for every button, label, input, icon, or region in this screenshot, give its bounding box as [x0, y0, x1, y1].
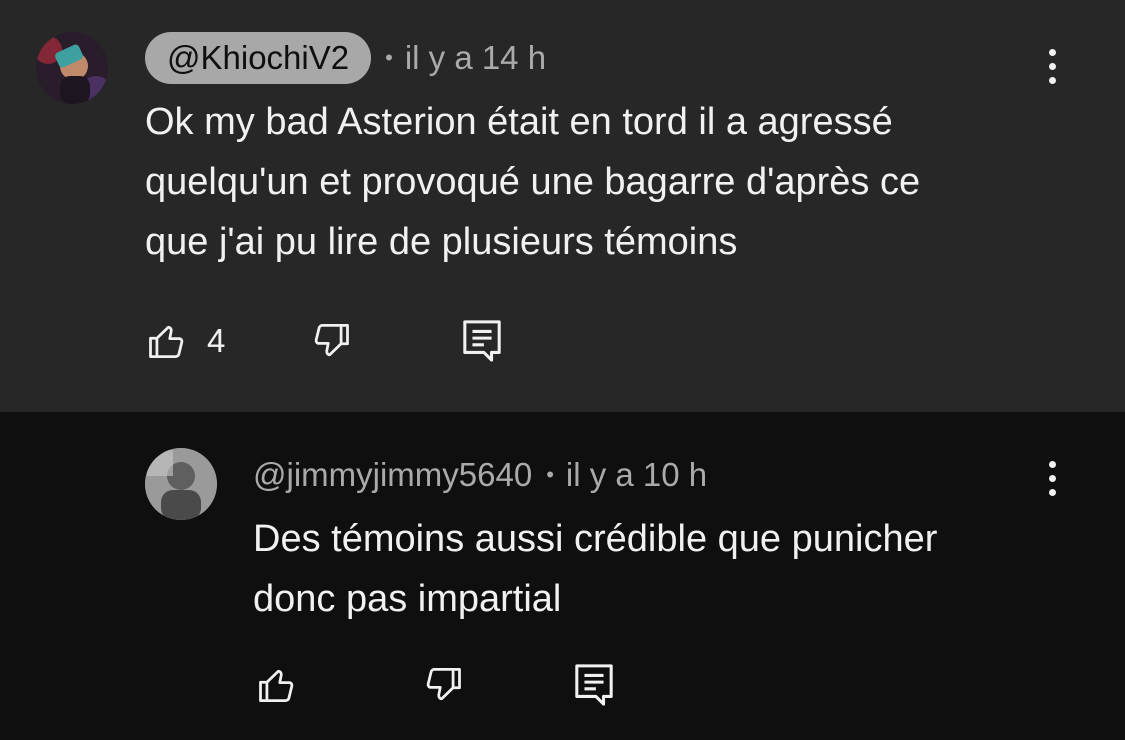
thumbs-down-icon — [426, 668, 461, 701]
comment-text-line: quelqu'un et provoqué une bagarre d'aprè… — [145, 161, 921, 203]
comment-highlighted: @KhiochiV2 • il y a 14 h Ok my bad Aster… — [0, 0, 1125, 412]
thumbs-up-icon — [149, 325, 184, 358]
author-chip[interactable]: @KhiochiV2 — [145, 32, 372, 84]
avatar[interactable] — [36, 32, 108, 104]
thumbs-down-icon — [315, 324, 350, 357]
comment-time[interactable]: il y a 10 h — [566, 456, 707, 494]
comment-text-line: que j'ai pu lire de plusieurs témoins — [145, 221, 738, 263]
avatar-image — [145, 448, 217, 520]
meta-separator: • — [546, 462, 554, 487]
comment-meta: @KhiochiV2 • il y a 14 h — [145, 32, 546, 84]
dislike-button[interactable] — [421, 663, 465, 707]
reply-icon — [463, 320, 502, 362]
comment-meta: @jimmyjimmy5640 • il y a 10 h — [253, 449, 707, 501]
more-vert-icon[interactable] — [1046, 49, 1058, 85]
like-button[interactable] — [255, 663, 299, 707]
author-name[interactable]: @jimmyjimmy5640 — [253, 449, 532, 501]
reply-icon — [575, 664, 613, 706]
comment-time[interactable]: il y a 14 h — [405, 39, 546, 77]
comment-text-line: Ok my bad Asterion était en tord il a ag… — [145, 101, 893, 143]
avatar-image — [36, 32, 108, 104]
meta-separator: • — [385, 45, 393, 70]
reply-comment: @jimmyjimmy5640 • il y a 10 h Des témoin… — [0, 412, 1125, 740]
comment-text: Des témoins aussi crédible que punicher … — [253, 509, 937, 629]
more-vert-icon[interactable] — [1046, 461, 1058, 497]
reply-button[interactable] — [461, 318, 503, 364]
comment-text: Ok my bad Asterion était en tord il a ag… — [145, 92, 920, 272]
dislike-button[interactable] — [309, 319, 353, 363]
comment-actions: 4 — [145, 318, 503, 364]
thumbs-up-icon — [259, 669, 294, 702]
like-button[interactable]: 4 — [145, 319, 225, 363]
comment-text-line: Des témoins aussi crédible que punicher — [253, 518, 938, 560]
reply-button[interactable] — [573, 662, 615, 708]
avatar[interactable] — [145, 448, 217, 520]
like-count: 4 — [207, 322, 226, 359]
comment-actions — [255, 662, 615, 708]
comment-text-line: donc pas impartial — [253, 578, 562, 620]
